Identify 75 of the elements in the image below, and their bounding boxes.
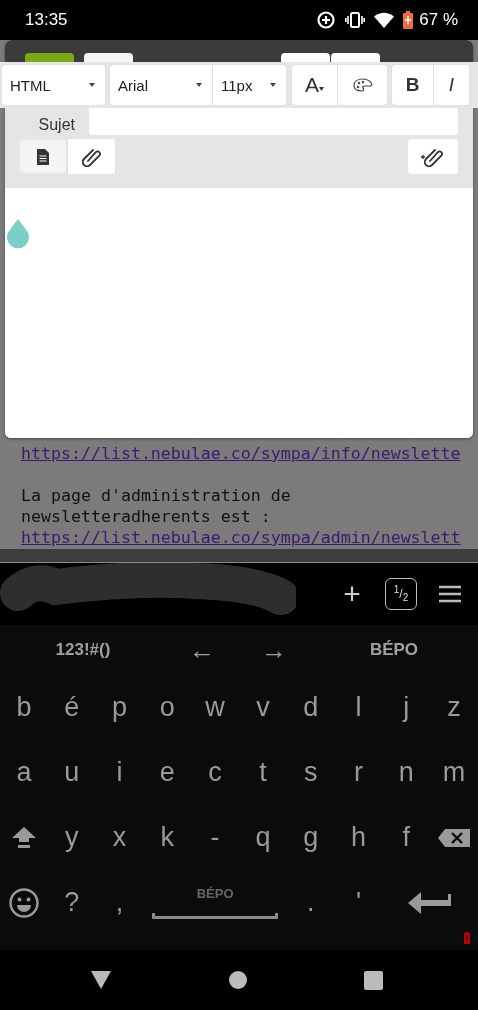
document-icon xyxy=(36,147,50,166)
vibrate-icon xyxy=(345,12,366,28)
key[interactable]: i xyxy=(95,740,144,805)
key[interactable]: j xyxy=(382,675,431,740)
key[interactable]: n xyxy=(382,740,431,805)
battery-alert-icon xyxy=(464,932,470,944)
caret-icon xyxy=(89,83,95,87)
key[interactable]: ' xyxy=(334,870,383,935)
key[interactable]: q xyxy=(239,805,287,870)
data-saver-icon xyxy=(316,10,337,30)
key[interactable]: y xyxy=(47,805,96,870)
send-button[interactable] xyxy=(25,53,74,63)
key[interactable]: h xyxy=(334,805,383,870)
key[interactable]: é xyxy=(47,675,96,740)
smiley-icon xyxy=(8,887,39,918)
subject-label: Sujet xyxy=(37,115,76,134)
key[interactable]: . xyxy=(286,870,335,935)
home-icon[interactable] xyxy=(228,971,247,989)
text-line: newsletteradherents est : xyxy=(21,506,272,527)
add-attachment-icon xyxy=(420,146,446,167)
key[interactable]: f xyxy=(382,805,431,870)
clock-time: 13:35 xyxy=(25,10,68,30)
shift-icon xyxy=(11,826,36,849)
text-cursor-handle[interactable] xyxy=(5,219,31,249)
attachments-tab[interactable] xyxy=(67,139,115,174)
suggestion-key[interactable]: BÉPO xyxy=(310,625,478,675)
battery-icon xyxy=(403,11,414,29)
recents-icon[interactable] xyxy=(364,970,383,990)
key[interactable]: d xyxy=(286,675,335,740)
key[interactable]: u xyxy=(47,740,96,805)
key[interactable]: s xyxy=(286,740,335,805)
dropdown[interactable]: HTML xyxy=(2,65,105,105)
key[interactable]: c xyxy=(191,740,239,805)
key[interactable]: t xyxy=(239,740,287,805)
key[interactable]: k xyxy=(143,805,192,870)
key[interactable]: g xyxy=(286,805,335,870)
key[interactable]: w xyxy=(191,675,239,740)
text-line: La page d'administration de xyxy=(21,485,292,506)
suggestion-key[interactable]: → xyxy=(238,625,310,675)
key[interactable]: ? xyxy=(47,870,96,935)
caret-icon xyxy=(196,83,202,87)
key[interactable]: , xyxy=(95,870,144,935)
bold-button[interactable]: B xyxy=(392,65,434,105)
add-attachment-button[interactable] xyxy=(408,139,458,174)
key[interactable]: - xyxy=(191,805,239,870)
message-tab[interactable] xyxy=(19,139,67,174)
subject-field[interactable] xyxy=(89,108,458,135)
key[interactable]: r xyxy=(334,740,383,805)
key[interactable]: p xyxy=(95,675,144,740)
key[interactable]: o xyxy=(143,675,192,740)
key[interactable]: m xyxy=(430,740,478,805)
fraction-button[interactable]: $^{1}$/$_{2}$ xyxy=(385,578,417,610)
wifi-icon xyxy=(374,12,395,28)
key[interactable]: x xyxy=(95,805,144,870)
key[interactable]: e xyxy=(143,740,192,805)
key[interactable]: l xyxy=(334,675,383,740)
key[interactable]: a xyxy=(0,740,48,805)
add-button[interactable]: + xyxy=(334,579,370,609)
key[interactable]: b xyxy=(0,675,48,740)
enter-icon xyxy=(408,891,453,914)
caret-icon xyxy=(270,83,276,87)
menu-icon[interactable] xyxy=(439,585,461,603)
italic-button[interactable]: I xyxy=(434,65,470,105)
caret-icon xyxy=(319,87,324,91)
dropdown[interactable]: Arial xyxy=(110,65,213,105)
suggestion-key[interactable]: ← xyxy=(166,625,238,675)
paperclip-icon xyxy=(81,146,102,167)
palette-icon xyxy=(352,78,373,92)
back-icon[interactable] xyxy=(91,971,111,989)
suggestion-key[interactable]: 123!#() xyxy=(0,625,166,675)
key[interactable]: v xyxy=(239,675,287,740)
battery-percentage: 67 % xyxy=(419,10,458,30)
key[interactable]: z xyxy=(430,675,478,740)
backspace-icon xyxy=(438,828,471,847)
dropdown[interactable]: 11px xyxy=(213,65,286,105)
